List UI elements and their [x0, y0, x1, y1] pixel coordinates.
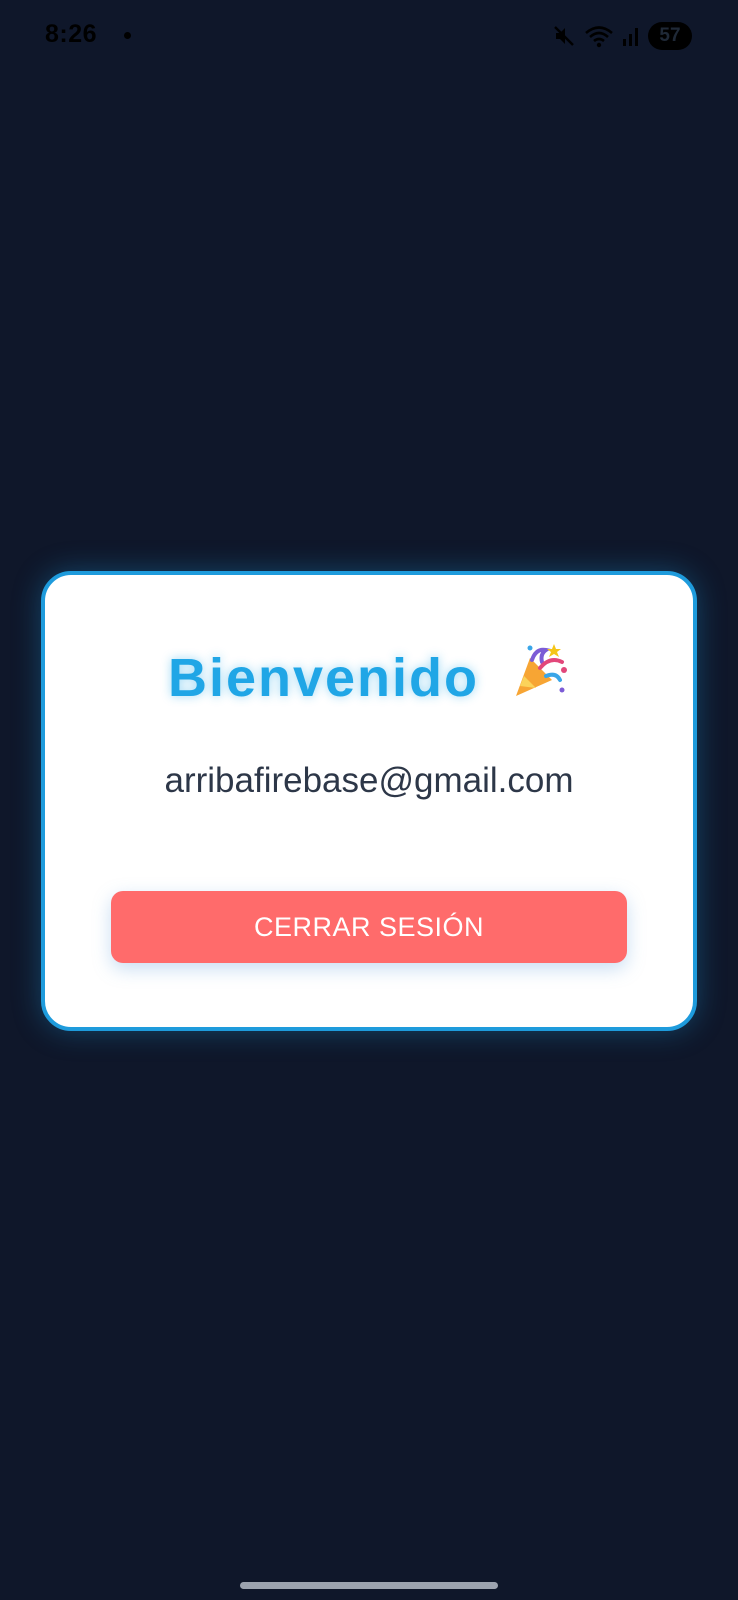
home-indicator[interactable]: [240, 1582, 498, 1589]
user-email: arribafirebase@gmail.com: [164, 761, 574, 800]
welcome-title: Bienvenido: [45, 644, 693, 713]
logout-button[interactable]: CERRAR SESIÓN: [111, 891, 627, 963]
battery-icon: 57: [648, 22, 692, 50]
status-icons: 57: [552, 22, 692, 50]
notification-dot-icon: [124, 32, 131, 39]
welcome-card: Bienvenido arribafirebase@gmail.com CERR…: [41, 571, 697, 1031]
wifi-icon: [584, 24, 614, 48]
party-popper-icon: [510, 640, 570, 713]
signal-icon: [622, 25, 640, 47]
status-time: 8:26: [45, 20, 98, 48]
mute-icon: [552, 24, 576, 48]
status-bar: 8:26 57: [0, 0, 738, 72]
welcome-title-text: Bienvenido: [167, 648, 480, 708]
